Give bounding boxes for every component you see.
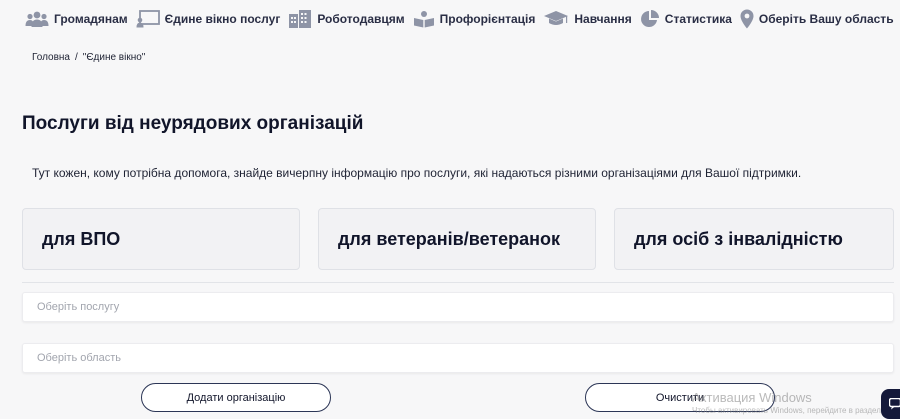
breadcrumb-current: "Єдине вікно": [83, 52, 146, 63]
graduation-cap-icon: [543, 10, 569, 28]
nav-item-region[interactable]: Оберіть Вашу область: [740, 9, 894, 29]
nav-item-education[interactable]: Навчання: [543, 10, 631, 28]
service-select[interactable]: Оберіть послугу: [22, 292, 894, 322]
divider: [22, 282, 894, 283]
windows-activation-watermark: Активация Windows: [692, 390, 812, 405]
presentation-board-icon: [136, 10, 160, 28]
category-card-idp[interactable]: для ВПО: [22, 208, 300, 270]
nav-label-career-guidance: Профорієнтація: [440, 12, 536, 26]
nav-label-region: Оберіть Вашу область: [759, 12, 894, 26]
add-organization-button[interactable]: Додати організацію: [141, 383, 331, 412]
windows-activation-hint: Чтобы активировать Windows, перейдите в …: [692, 406, 900, 415]
chat-icon: [889, 397, 900, 415]
nav-label-employers: Роботодавцям: [317, 12, 404, 26]
category-card-disability[interactable]: для осіб з інвалідністю: [614, 208, 894, 270]
page-title: Послуги від неурядових організацій: [22, 113, 363, 135]
category-card-veterans[interactable]: для ветеранів/ветеранок: [318, 208, 596, 270]
nav-label-citizens: Громадянам: [54, 12, 128, 26]
breadcrumb-home-link[interactable]: Головна: [32, 52, 70, 63]
buildings-icon: [288, 9, 312, 29]
open-book-icon: [413, 10, 435, 28]
nav-item-career-guidance[interactable]: Профорієнтація: [413, 10, 536, 28]
region-select-placeholder: Оберіть область: [37, 352, 121, 364]
nav-item-single-window[interactable]: Єдине вікно послуг: [136, 10, 281, 28]
nav-item-citizens[interactable]: Громадянам: [25, 10, 128, 28]
map-pin-icon: [740, 9, 754, 29]
top-nav: Громадянам Єдине вікно послуг: [25, 6, 900, 32]
category-card-veterans-label: для ветеранів/ветеранок: [319, 229, 560, 250]
pie-chart-icon: [640, 9, 660, 29]
nav-label-statistics: Статистика: [665, 12, 732, 26]
nav-item-statistics[interactable]: Статистика: [640, 9, 732, 29]
nav-label-education: Навчання: [574, 12, 631, 26]
category-card-disability-label: для осіб з інвалідністю: [615, 229, 843, 250]
breadcrumb-separator: /: [75, 52, 78, 63]
people-icon: [25, 10, 49, 28]
region-select[interactable]: Оберіть область: [22, 343, 894, 373]
category-card-idp-label: для ВПО: [23, 229, 120, 250]
intro-text: Тут кожен, кому потрібна допомога, знайд…: [32, 166, 801, 180]
breadcrumb: Головна / "Єдине вікно": [32, 52, 145, 63]
nav-label-single-window: Єдине вікно послуг: [165, 12, 281, 26]
service-select-placeholder: Оберіть послугу: [37, 301, 119, 313]
nav-item-employers[interactable]: Роботодавцям: [288, 9, 404, 29]
chat-widget-button[interactable]: [881, 389, 900, 419]
